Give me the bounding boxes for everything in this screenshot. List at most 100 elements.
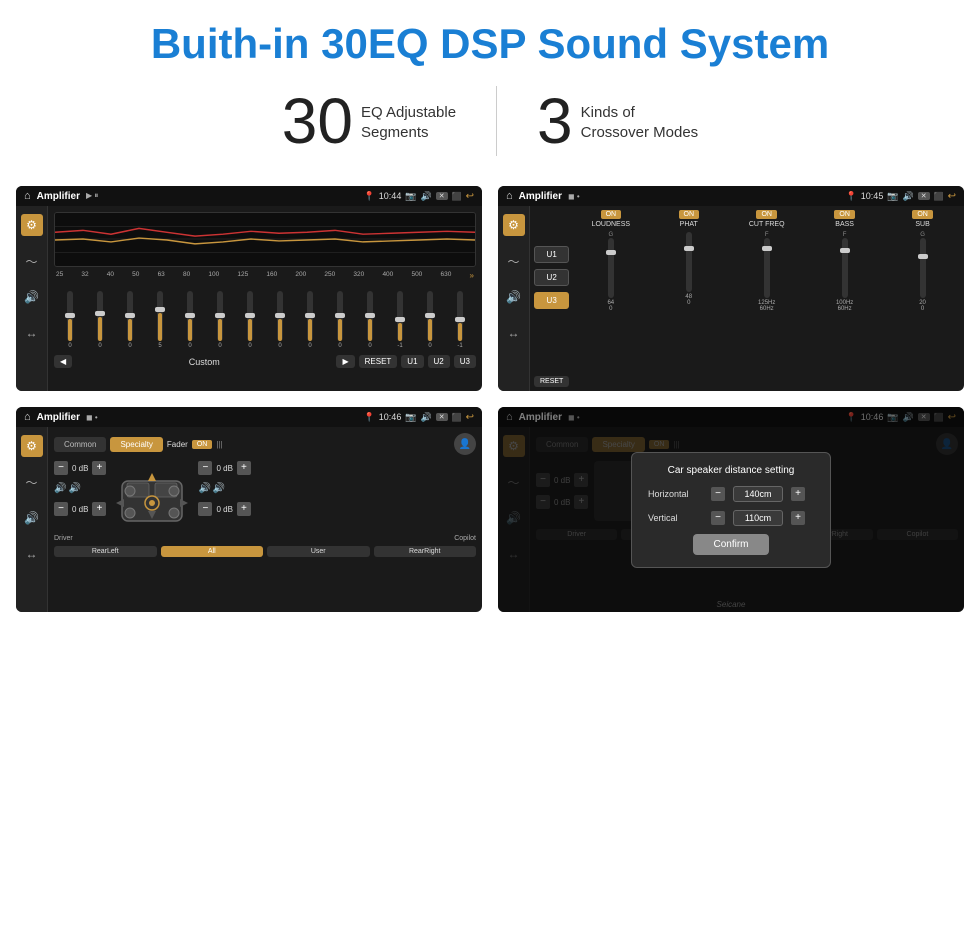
sp-specialty-tab[interactable]: Specialty (110, 437, 162, 452)
sp-arr-icon[interactable]: ↔ (21, 543, 43, 565)
stat-eq: 30 EQ AdjustableSegments (282, 89, 456, 153)
slider-14[interactable]: -1 (446, 291, 474, 349)
sp-fl-val: 0 dB (72, 464, 88, 473)
eq-bottom-controls: ◀ Custom ▶ RESET U1 U2 U3 (54, 355, 476, 368)
slider-2[interactable]: 0 (86, 291, 114, 349)
ch-cutfreq-slider[interactable] (764, 238, 770, 298)
sp-spk-icon[interactable]: 🔊 (21, 507, 43, 529)
crs-arr-icon[interactable]: ↔ (503, 322, 525, 344)
sp-fader-on[interactable]: ON (192, 440, 213, 449)
sp-rr-vol: − 0 dB + (198, 502, 250, 516)
slider-11[interactable]: 0 (356, 291, 384, 349)
crs-vol-icon: 🔊 (903, 191, 914, 202)
sp-rl-plus[interactable]: + (92, 502, 106, 516)
eq-back-icon[interactable]: ↩ (466, 191, 474, 202)
crossover-main-content: ⚙ 〜 🔊 ↔ U1 U2 U3 RESET ON (498, 206, 964, 391)
slider-1[interactable]: 0 (56, 291, 84, 349)
ch-cutfreq-on[interactable]: ON (756, 210, 777, 219)
crs-wave-icon[interactable]: 〜 (503, 250, 525, 272)
confirm-button[interactable]: Confirm (693, 534, 768, 555)
ch-phat-on[interactable]: ON (679, 210, 700, 219)
slider-3[interactable]: 0 (116, 291, 144, 349)
sp-rearleft-btn[interactable]: RearLeft (54, 546, 157, 557)
sp-layout: − 0 dB + 🔊 🔊 − 0 dB + (54, 461, 476, 531)
eq-icons: ▶ ⏸ (86, 191, 98, 201)
dialog-vert-minus[interactable]: − (711, 511, 725, 525)
sp-fl-plus[interactable]: + (92, 461, 106, 475)
eq-status-bar: ⌂ Amplifier ▶ ⏸ 📍 10:44 📷 🔊 ✕ ⬛ ↩ (16, 186, 482, 206)
sp-common-tab[interactable]: Common (54, 437, 106, 452)
stat-eq-label: EQ AdjustableSegments (361, 89, 456, 142)
eq-prev-btn[interactable]: ◀ (54, 355, 72, 368)
ch-bass-on[interactable]: ON (834, 210, 855, 219)
slider-9[interactable]: 0 (296, 291, 324, 349)
crs-eq-icon[interactable]: ⚙ (503, 214, 525, 236)
stat-crossover-label: Kinds ofCrossover Modes (581, 89, 699, 142)
slider-4[interactable]: 5 (146, 291, 174, 349)
crs-home-icon[interactable]: ⌂ (506, 190, 513, 202)
sp-all-btn[interactable]: All (161, 546, 264, 557)
sp-fr-minus[interactable]: − (198, 461, 212, 475)
dialog-horiz-plus[interactable]: + (791, 487, 805, 501)
ch-sub-on[interactable]: ON (912, 210, 933, 219)
crs-reset-btn[interactable]: RESET (534, 376, 569, 387)
sp-fl-minus[interactable]: − (54, 461, 68, 475)
sp-rl-minus[interactable]: − (54, 502, 68, 516)
crs-u2-btn[interactable]: U2 (534, 269, 569, 286)
stat-crossover-number: 3 (537, 89, 573, 153)
sp-rr-minus[interactable]: − (198, 502, 212, 516)
sp-user-btn[interactable]: User (267, 546, 370, 557)
eq-u2-btn[interactable]: U2 (428, 355, 450, 368)
sp-fader-bars: ||| (216, 440, 222, 449)
slider-12[interactable]: -1 (386, 291, 414, 349)
sp-fl-spk-icons: 🔊 🔊 (54, 483, 106, 494)
crs-icons: ◼ • (568, 192, 580, 201)
ch-bass-slider[interactable] (842, 238, 848, 298)
crs-spk-icon[interactable]: 🔊 (503, 286, 525, 308)
crs-back-icon[interactable]: ↩ (948, 191, 956, 202)
slider-5[interactable]: 0 (176, 291, 204, 349)
sp-rr-plus[interactable]: + (237, 502, 251, 516)
crs-u1-btn[interactable]: U1 (534, 246, 569, 263)
crs-left-icons: ⚙ 〜 🔊 ↔ (498, 206, 530, 391)
eq-u3-btn[interactable]: U3 (454, 355, 476, 368)
eq-cam-icon: 📷 (405, 191, 416, 202)
slider-10[interactable]: 0 (326, 291, 354, 349)
home-icon[interactable]: ⌂ (24, 190, 31, 202)
sp-left-icons: ⚙ 〜 🔊 ↔ (16, 427, 48, 612)
ch-sub: ON SUB G 20 0 (885, 210, 960, 387)
crossover-preset-buttons: U1 U2 U3 (534, 216, 569, 309)
sp-profile-icon[interactable]: 👤 (454, 433, 476, 455)
distance-dialog: Car speaker distance setting Horizontal … (631, 452, 831, 568)
crs-app-name: Amplifier (519, 191, 562, 202)
eq-u1-btn[interactable]: U1 (401, 355, 423, 368)
dialog-vert-plus[interactable]: + (791, 511, 805, 525)
sp-fr-plus[interactable]: + (237, 461, 251, 475)
slider-13[interactable]: 0 (416, 291, 444, 349)
eq-speaker-icon[interactable]: 🔊 (21, 286, 43, 308)
ch-sub-slider[interactable] (920, 238, 926, 298)
eq-next-btn[interactable]: ▶ (336, 355, 354, 368)
distance-dialog-overlay: Car speaker distance setting Horizontal … (498, 407, 964, 612)
eq-wave-icon[interactable]: 〜 (21, 250, 43, 272)
crossover-channels: ON LOUDNESS G 64 0 ON PHAT (573, 210, 960, 387)
eq-app-name: Amplifier (37, 191, 80, 202)
eq-arrow-icon[interactable]: ↔ (21, 322, 43, 344)
sp-back-icon[interactable]: ↩ (466, 412, 474, 423)
ch-loudness-on[interactable]: ON (601, 210, 622, 219)
eq-reset-btn[interactable]: RESET (359, 355, 398, 368)
eq-preset-label: Custom (76, 357, 332, 367)
sp-eq-icon[interactable]: ⚙ (21, 435, 43, 457)
sp-home-icon[interactable]: ⌂ (24, 411, 31, 423)
sp-rearright-btn[interactable]: RearRight (374, 546, 477, 557)
dialog-horiz-minus[interactable]: − (711, 487, 725, 501)
eq-eq-icon[interactable]: ⚙ (21, 214, 43, 236)
ch-phat-slider[interactable] (686, 232, 692, 292)
sp-wave-icon[interactable]: 〜 (21, 471, 43, 493)
ch-loudness-slider[interactable] (608, 238, 614, 298)
slider-6[interactable]: 0 (206, 291, 234, 349)
crs-u3-btn[interactable]: U3 (534, 292, 569, 309)
slider-8[interactable]: 0 (266, 291, 294, 349)
slider-7[interactable]: 0 (236, 291, 264, 349)
eq-left-icons: ⚙ 〜 🔊 ↔ (16, 206, 48, 391)
